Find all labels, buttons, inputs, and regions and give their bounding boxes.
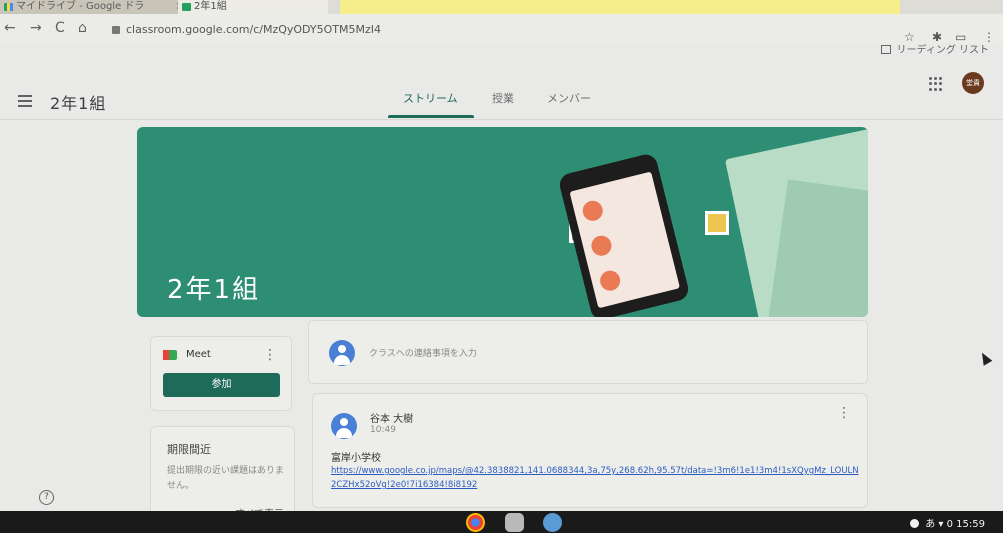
author-avatar-icon xyxy=(331,413,357,439)
classroom-icon xyxy=(182,3,191,11)
avatar[interactable]: 堂貴 xyxy=(962,72,984,94)
browser-tab-drive[interactable]: マイドライブ - Google ドラ × xyxy=(0,0,190,14)
app-icon[interactable] xyxy=(505,513,524,532)
reading-list-label: リーディング リスト xyxy=(896,45,989,56)
apps-grid-icon[interactable] xyxy=(929,77,943,91)
tab-stream[interactable]: ストリーム xyxy=(403,90,458,106)
address-bar[interactable]: classroom.google.com/c/MzQyODY5OTM5MzI4 xyxy=(112,20,872,40)
join-meet-button[interactable]: 参加 xyxy=(163,373,280,397)
lock-icon xyxy=(112,26,120,34)
notification-icon xyxy=(910,519,920,528)
post-author: 谷本 大樹 xyxy=(370,414,414,425)
announcement-placeholder: クラスへの連絡事項を入力 xyxy=(369,349,477,359)
main-menu-icon[interactable] xyxy=(18,95,32,110)
screen: マイドライブ - Google ドラ × 2年1組 ← → C ⌂ ☆ ✱ ▭ … xyxy=(0,0,1003,533)
tab-classwork[interactable]: 授業 xyxy=(492,90,514,106)
tab-people[interactable]: メンバー xyxy=(547,90,591,106)
wifi-icon: ▾ xyxy=(938,519,944,530)
meet-label: Meet xyxy=(186,349,211,360)
browser-tab-strip: マイドライブ - Google ドラ × 2年1組 xyxy=(0,0,1003,14)
reload-icon[interactable]: C xyxy=(55,20,65,36)
stream-post: 谷本 大樹 10:49 ⋮ 富岸小学校 https://www.google.c… xyxy=(312,393,868,508)
tab-title: マイドライブ - Google ドラ xyxy=(16,1,145,12)
clock: 15:59 xyxy=(956,519,985,530)
home-icon[interactable]: ⌂ xyxy=(78,20,87,36)
post-time: 10:49 xyxy=(370,425,396,435)
browser-tab-other[interactable] xyxy=(340,0,900,14)
upcoming-empty-text: 提出期限の近い課題はありません。 xyxy=(167,466,285,491)
meet-card: Meet ⋮ 参加 xyxy=(150,336,292,411)
banner-photo-icon xyxy=(705,211,729,235)
chrome-icon[interactable] xyxy=(466,513,485,532)
post-options-icon[interactable]: ⋮ xyxy=(837,406,851,420)
upcoming-title: 期限間近 xyxy=(167,443,211,456)
post-link[interactable]: https://www.google.co.jp/maps/@42.383882… xyxy=(331,464,861,492)
active-tab-indicator xyxy=(388,115,474,118)
mouse-cursor-icon xyxy=(977,350,993,366)
help-icon[interactable]: ? xyxy=(39,490,54,505)
class-title[interactable]: 2年1組 xyxy=(50,90,106,114)
meet-options-icon[interactable]: ⋮ xyxy=(263,348,277,362)
back-icon[interactable]: ← xyxy=(4,20,16,36)
battery-indicator: 0 xyxy=(946,519,953,530)
user-avatar-icon xyxy=(329,340,355,366)
drive-icon xyxy=(4,3,13,11)
url-text: classroom.google.com/c/MzQyODY5OTM5MzI4 xyxy=(126,23,382,36)
browser-tab-classroom[interactable]: 2年1組 xyxy=(178,0,328,14)
classroom-header: 2年1組 ストリーム 授業 メンバー 堂貴 xyxy=(0,62,1003,120)
system-shelf: あ ▾ 0 15:59 xyxy=(0,511,1003,533)
reading-list-icon xyxy=(880,45,891,54)
banner-phone-illustration xyxy=(557,152,691,317)
class-banner: 2年1組 xyxy=(137,127,868,317)
tab-title: 2年1組 xyxy=(194,1,227,12)
announcement-box[interactable]: クラスへの連絡事項を入力 xyxy=(308,320,868,384)
meet-icon xyxy=(163,350,177,360)
app-icon-2[interactable] xyxy=(543,513,562,532)
forward-icon[interactable]: → xyxy=(30,20,42,36)
post-text: 富岸小学校 xyxy=(331,453,381,464)
ime-indicator: あ xyxy=(925,519,936,530)
system-tray[interactable]: あ ▾ 0 15:59 xyxy=(910,515,985,530)
banner-title: 2年1組 xyxy=(167,275,261,305)
reading-list-button[interactable]: リーディング リスト xyxy=(880,41,989,56)
